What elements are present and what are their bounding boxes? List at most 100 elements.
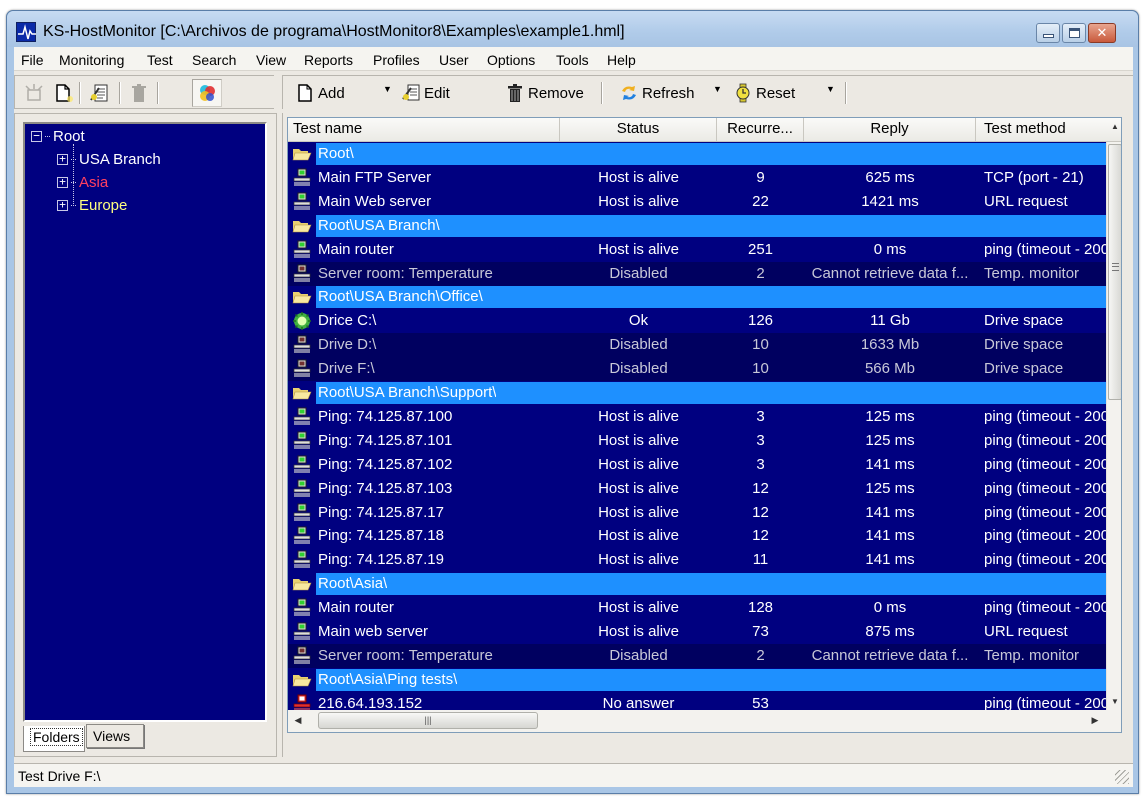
minimize-button[interactable] — [1036, 23, 1060, 43]
menu-search[interactable]: Search — [192, 52, 236, 68]
menu-reports[interactable]: Reports — [304, 52, 353, 68]
close-button[interactable]: ✕ — [1088, 23, 1116, 43]
table-row[interactable]: Server room: Temperature Disabled 2 Cannot … — [288, 643, 1106, 668]
add-dropdown-arrow-icon[interactable]: ▼ — [383, 84, 392, 94]
host-alive-icon — [292, 598, 312, 618]
tab-views[interactable]: Views — [86, 724, 144, 748]
cell-reply: 566 Mb — [864, 360, 916, 378]
folder-icon — [292, 383, 312, 403]
cell-name: Ping: 74.125.87.102 — [318, 455, 453, 473]
table-row[interactable]: Main FTP Server Host is alive 9 625 ms TCP (… — [288, 166, 1106, 190]
menu-user[interactable]: User — [439, 52, 469, 68]
stopwatch-icon — [733, 83, 753, 103]
menu-profiles[interactable]: Profiles — [373, 52, 420, 68]
scroll-up-arrow-icon[interactable]: ▲ — [1107, 118, 1121, 135]
menu-help[interactable]: Help — [607, 52, 636, 68]
folder-path: Root\USA Branch\ — [318, 216, 440, 234]
table-row[interactable]: Ping: 74.125.87.17 Host is alive 12 141 ms p… — [288, 501, 1106, 525]
new-folder-icon[interactable] — [23, 82, 45, 104]
tab-folders[interactable]: Folders — [23, 726, 85, 752]
scroll-down-arrow-icon[interactable]: ▼ — [1107, 693, 1121, 710]
column-header-test-name[interactable]: Test name — [288, 118, 560, 142]
maximize-button[interactable] — [1062, 23, 1086, 43]
reset-dropdown-arrow-icon[interactable]: ▼ — [826, 84, 835, 94]
table-row[interactable]: Main router Host is alive 251 0 ms ping (tim… — [288, 238, 1106, 262]
tree-node-root[interactable]: − Root — [31, 128, 85, 145]
folder-group-row[interactable]: Root\USA Branch\Office\ — [288, 285, 1106, 309]
table-row[interactable]: Ping: 74.125.87.103 Host is alive 12 125 ms… — [288, 477, 1106, 501]
add-button[interactable]: Add — [295, 81, 345, 105]
table-row[interactable]: Ping: 74.125.87.101 Host is alive 3 125 ms p… — [288, 429, 1106, 453]
table-row[interactable]: Drive D:\ Disabled 10 1633 Mb Drive space — [288, 333, 1106, 358]
refresh-button[interactable]: Refresh — [619, 81, 695, 105]
horizontal-scroll-thumb[interactable]: ||| — [318, 712, 538, 729]
cell-status: Host is alive — [598, 551, 679, 569]
table-row[interactable]: 216.64.193.152 No answer 53 ping (timeout -… — [288, 692, 1106, 710]
expand-icon[interactable]: + — [57, 153, 68, 165]
table-row[interactable]: Main web server Host is alive 73 875 ms URL … — [288, 620, 1106, 644]
vertical-scroll-thumb[interactable] — [1108, 144, 1121, 400]
menu-tools[interactable]: Tools — [556, 52, 589, 68]
remove-button[interactable]: Remove — [505, 81, 584, 105]
cell-name: 216.64.193.152 — [318, 694, 423, 710]
menu-test[interactable]: Test — [147, 52, 173, 68]
cell-status: Host is alive — [598, 623, 679, 640]
column-header-recurrences[interactable]: Recurre... — [717, 118, 804, 142]
tree-node-asia[interactable]: + Asia — [57, 174, 108, 191]
edit-properties-icon[interactable] — [88, 82, 110, 104]
tree-node-usa-branch[interactable]: + USA Branch — [57, 151, 161, 168]
table-row[interactable]: Ping: 74.125.87.102 Host is alive 3 141 ms p… — [288, 453, 1106, 477]
folder-path: Root\USA Branch\Office\ — [318, 288, 483, 306]
title-bar[interactable]: KS-HostMonitor [C:\Archivos de programa\… — [7, 11, 1138, 47]
edit-button[interactable]: Edit — [401, 81, 450, 105]
cell-reply: 141 ms — [865, 455, 915, 473]
reset-button[interactable]: Reset — [733, 81, 795, 105]
horizontal-scrollbar[interactable]: ◀ ||| ▶ — [288, 710, 1121, 732]
host-alive-icon — [292, 526, 312, 546]
tree-node-label: Europe — [79, 197, 128, 214]
expand-icon[interactable]: + — [57, 199, 68, 211]
folder-group-row[interactable]: Root\USA Branch\Support\ — [288, 381, 1106, 405]
refresh-dropdown-arrow-icon[interactable]: ▼ — [713, 84, 722, 94]
scroll-left-arrow-icon[interactable]: ◀ — [290, 712, 306, 728]
table-row[interactable]: Ping: 74.125.87.18 Host is alive 12 141 ms p… — [288, 524, 1106, 548]
vertical-scrollbar[interactable]: ▲ ▼ — [1106, 122, 1121, 710]
table-row[interactable]: Ping: 74.125.87.19 Host is alive 11 141 ms p… — [288, 548, 1106, 572]
cell-method: ping (timeout - 200 — [984, 431, 1106, 449]
folder-group-row[interactable]: Root\Asia\Ping tests\ — [288, 668, 1106, 692]
cell-recurrences: 53 — [752, 694, 769, 710]
folder-group-row[interactable]: Root\ — [288, 142, 1106, 166]
scroll-right-arrow-icon[interactable]: ▶ — [1087, 712, 1103, 728]
cell-method: TCP (port - 21) — [984, 168, 1084, 186]
new-document-icon[interactable] — [52, 82, 74, 104]
table-row[interactable]: Ping: 74.125.87.100 Host is alive 3 125 ms p… — [288, 405, 1106, 429]
table-row[interactable]: Main Web server Host is alive 22 1421 ms URL… — [288, 190, 1106, 214]
table-row[interactable]: Drive F:\ Disabled 10 566 Mb Drive space — [288, 357, 1106, 382]
cell-recurrences: 2 — [756, 264, 765, 282]
cell-reply: 141 ms — [865, 503, 915, 521]
folder-group-row[interactable]: Root\USA Branch\ — [288, 214, 1106, 238]
table-row[interactable]: Main router Host is alive 128 0 ms ping (tim… — [288, 596, 1106, 620]
host-alive-icon — [292, 407, 312, 427]
table-row[interactable]: Server room: Temperature Disabled 2 Cannot … — [288, 261, 1106, 286]
delete-icon[interactable] — [128, 82, 150, 104]
collapse-icon[interactable]: − — [31, 130, 42, 142]
menu-options[interactable]: Options — [487, 52, 535, 68]
folder-group-row[interactable]: Root\Asia\ — [288, 572, 1106, 596]
folder-tree[interactable]: − Root + USA Branch + Asia + Europe — [23, 122, 267, 722]
column-header-reply[interactable]: Reply — [804, 118, 976, 142]
menu-file[interactable]: File — [21, 52, 44, 68]
cell-name: Ping: 74.125.87.103 — [318, 479, 453, 497]
menu-monitoring[interactable]: Monitoring — [59, 52, 124, 68]
column-header-test-method[interactable]: Test method — [976, 118, 1106, 142]
resize-grip-icon[interactable] — [1115, 770, 1129, 784]
tree-node-label: Root — [53, 128, 85, 145]
menu-view[interactable]: View — [256, 52, 286, 68]
expand-icon[interactable]: + — [57, 176, 68, 188]
cell-method: ping (timeout - 200 — [984, 551, 1106, 569]
column-header-status[interactable]: Status — [560, 118, 717, 142]
cell-recurrences: 3 — [756, 407, 765, 425]
tree-node-europe[interactable]: + Europe — [57, 197, 127, 214]
table-row[interactable]: Drice C:\ Ok 126 11 Gb Drive space — [288, 309, 1106, 333]
cell-recurrences: 12 — [752, 527, 769, 545]
